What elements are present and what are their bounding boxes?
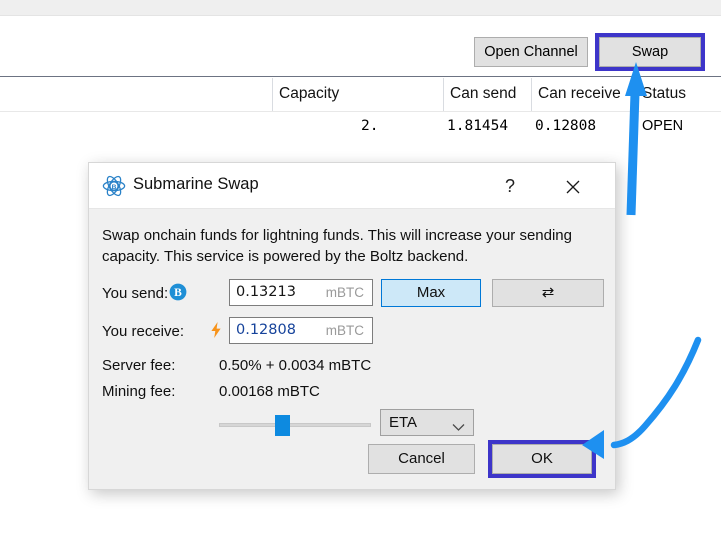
mining-fee-label: Mining fee: xyxy=(102,383,175,400)
max-button[interactable]: Max xyxy=(381,279,481,307)
column-divider xyxy=(531,78,532,111)
fee-method-selected-value: ETA xyxy=(389,414,417,431)
cell-can-receive: 0.12808 xyxy=(535,118,596,134)
svg-text:B: B xyxy=(112,184,117,191)
column-header-can-receive[interactable]: Can receive xyxy=(538,85,621,103)
submarine-swap-dialog: B Submarine Swap ? Swap onchain funds fo… xyxy=(88,162,616,490)
you-send-label: You send: xyxy=(102,285,168,302)
ok-button[interactable]: OK xyxy=(492,444,592,474)
server-fee-value: 0.50% + 0.0034 mBTC xyxy=(219,357,371,374)
lightning-bolt-icon xyxy=(207,321,225,339)
column-header-status[interactable]: Status xyxy=(642,85,686,103)
open-channel-button[interactable]: Open Channel xyxy=(474,37,588,67)
channels-table: Capacity Can send Can receive Status 2. … xyxy=(0,76,721,163)
close-icon[interactable] xyxy=(559,173,587,201)
dialog-title: Submarine Swap xyxy=(133,175,259,194)
column-divider xyxy=(443,78,444,111)
toolbar: Open Channel Swap xyxy=(0,16,721,76)
column-divider xyxy=(635,78,636,111)
svg-text:B: B xyxy=(174,287,182,299)
cell-capacity: 2. xyxy=(361,118,378,134)
column-divider xyxy=(272,78,273,111)
window-top-strip xyxy=(0,0,721,16)
you-receive-label: You receive: xyxy=(102,323,184,340)
you-send-input[interactable]: 0.13213 mBTC xyxy=(229,279,373,306)
swap-direction-button[interactable]: ⇄ xyxy=(492,279,604,307)
you-send-unit: mBTC xyxy=(326,285,364,300)
dialog-body: Swap onchain funds for lightning funds. … xyxy=(89,209,615,489)
channels-table-header: Capacity Can send Can receive Status xyxy=(0,77,721,112)
server-fee-label: Server fee: xyxy=(102,357,175,374)
cell-status: OPEN xyxy=(642,118,683,134)
mining-fee-value: 0.00168 mBTC xyxy=(219,383,320,400)
dialog-title-bar: B Submarine Swap ? xyxy=(89,163,615,209)
bitcoin-icon: B xyxy=(169,283,187,301)
you-receive-input[interactable]: 0.12808 mBTC xyxy=(229,317,373,344)
column-header-capacity[interactable]: Capacity xyxy=(279,85,339,103)
dialog-description: Swap onchain funds for lightning funds. … xyxy=(102,225,594,267)
electrum-atom-icon: B xyxy=(102,174,126,198)
slider-track xyxy=(219,423,371,427)
fee-method-select[interactable]: ETA xyxy=(380,409,474,436)
column-header-can-send[interactable]: Can send xyxy=(450,85,516,103)
you-receive-unit: mBTC xyxy=(326,323,364,338)
swap-button[interactable]: Swap xyxy=(599,37,701,67)
you-receive-value: 0.12808 xyxy=(236,322,296,338)
slider-handle[interactable] xyxy=(275,415,290,436)
help-icon[interactable]: ? xyxy=(496,172,524,200)
cancel-button[interactable]: Cancel xyxy=(368,444,475,474)
chevron-down-icon xyxy=(452,419,465,437)
you-send-value: 0.13213 xyxy=(236,284,296,300)
mining-fee-slider[interactable] xyxy=(219,412,371,438)
cell-can-send: 1.81454 xyxy=(447,118,508,134)
